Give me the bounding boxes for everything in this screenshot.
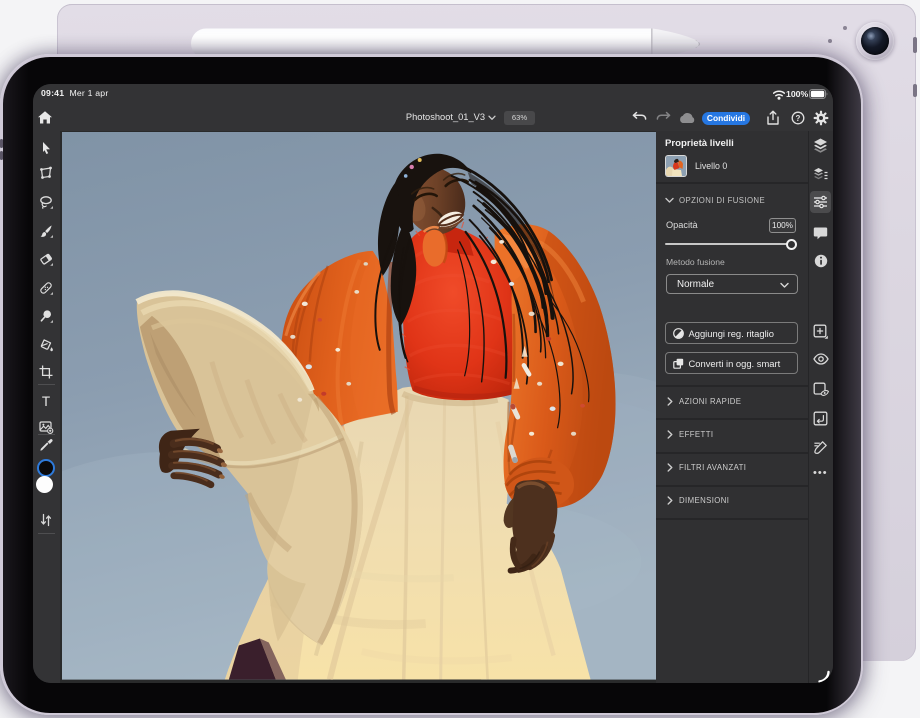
svg-text:?: ? xyxy=(795,114,800,123)
